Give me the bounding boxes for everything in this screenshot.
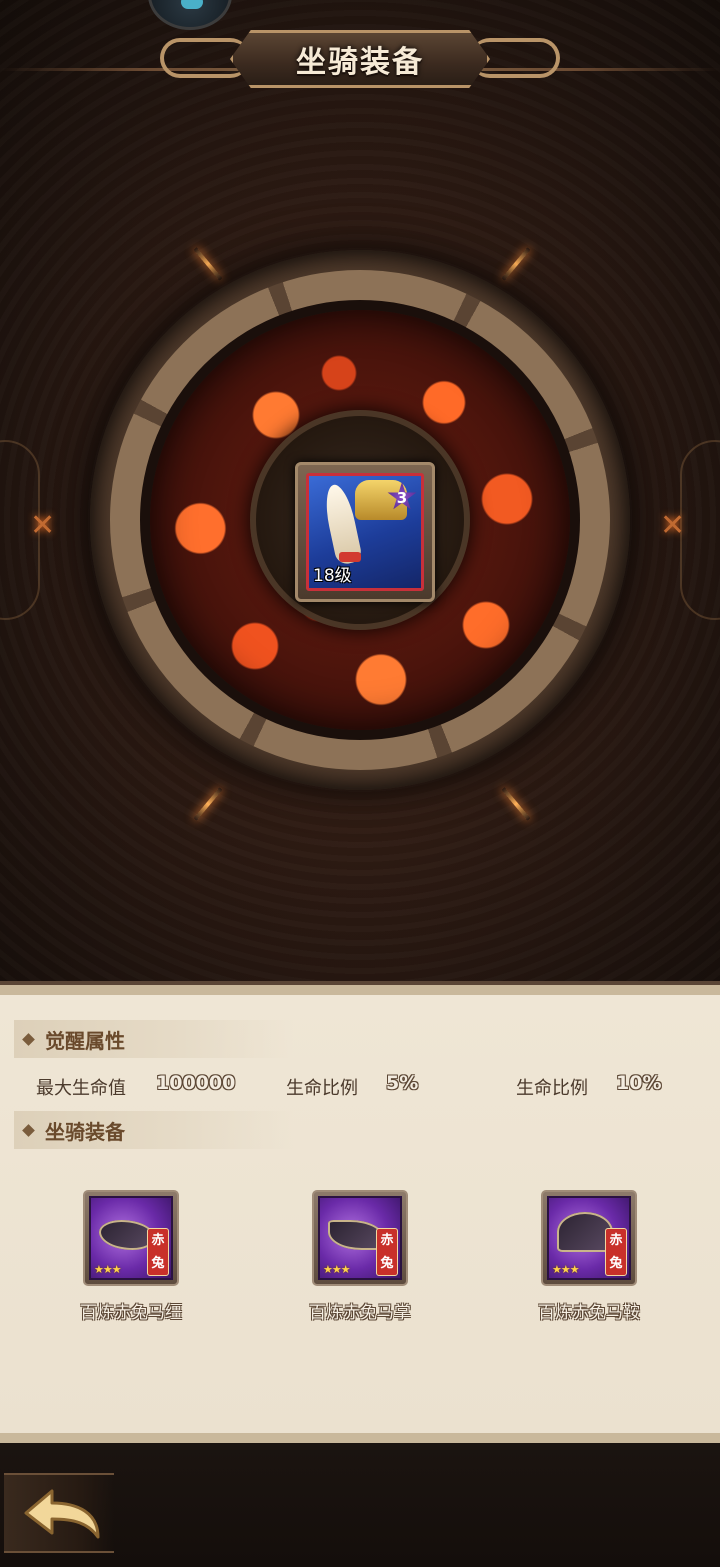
- equipment-icon[interactable]: 赤兔 ★★★: [312, 1190, 408, 1286]
- title-banner: 坐骑装备: [150, 24, 570, 94]
- awaken-section-header: 觉醒属性: [14, 1020, 294, 1058]
- page-title: 坐骑装备: [296, 45, 424, 80]
- mount-stage: ✕ ✕ 坐骑装备 3 18级: [0, 0, 720, 985]
- equipment-icon[interactable]: 赤兔 ★★★: [83, 1190, 179, 1286]
- stat-value: 10%: [616, 1072, 662, 1094]
- back-arrow-icon: [24, 1489, 100, 1539]
- mount-portrait: 3 18级: [306, 473, 424, 591]
- set-tag: 赤兔: [605, 1228, 627, 1276]
- glint: [501, 247, 531, 281]
- equipment-slot-saddle[interactable]: 赤兔 ★★★ 百炼赤兔马鞍: [509, 1190, 669, 1323]
- bottom-bar: [0, 1443, 720, 1567]
- star-rating: ★★★: [94, 1263, 122, 1276]
- right-ornament: [680, 440, 720, 620]
- equipment-name: 百炼赤兔马鞍: [538, 1303, 640, 1323]
- stat-value: 5%: [386, 1072, 419, 1094]
- mount-card[interactable]: 3 18级: [295, 462, 435, 602]
- diamond-icon: [22, 1032, 35, 1046]
- equipment-section-header: 坐骑装备: [14, 1111, 294, 1149]
- stat-label: 最大生命值: [36, 1078, 126, 1099]
- star-rating: ★★★: [552, 1263, 580, 1276]
- stat-label: 生命比例: [286, 1078, 358, 1099]
- equipment-art: 赤兔 ★★★: [318, 1196, 402, 1280]
- equipment-slot-reins[interactable]: 赤兔 ★★★ 百炼赤兔马缰: [51, 1190, 211, 1323]
- equipment-name: 百炼赤兔马缰: [80, 1303, 182, 1323]
- equipment-slot-horseshoe[interactable]: 赤兔 ★★★ 百炼赤兔马掌: [280, 1190, 440, 1323]
- glint: [193, 247, 223, 281]
- stat-value: 100000: [156, 1072, 236, 1094]
- set-tag: 赤兔: [376, 1228, 398, 1276]
- equipment-art: 赤兔 ★★★: [547, 1196, 631, 1280]
- equipment-section-title: 坐骑装备: [45, 1119, 125, 1144]
- stat-label: 生命比例: [516, 1078, 588, 1099]
- star-rating: ★★★: [323, 1263, 351, 1276]
- glint: [501, 787, 531, 821]
- back-button[interactable]: [4, 1473, 114, 1553]
- awaken-section-title: 觉醒属性: [45, 1028, 125, 1053]
- set-tag: 赤兔: [147, 1228, 169, 1276]
- mount-level: 18级: [313, 566, 352, 586]
- equipment-name: 百炼赤兔马掌: [309, 1303, 411, 1323]
- equipment-art: 赤兔 ★★★: [89, 1196, 173, 1280]
- equipment-icon[interactable]: 赤兔 ★★★: [541, 1190, 637, 1286]
- left-x-ornament: ✕: [30, 508, 56, 543]
- right-x-ornament: ✕: [660, 508, 686, 543]
- glint: [193, 787, 223, 821]
- diamond-icon: [22, 1123, 35, 1137]
